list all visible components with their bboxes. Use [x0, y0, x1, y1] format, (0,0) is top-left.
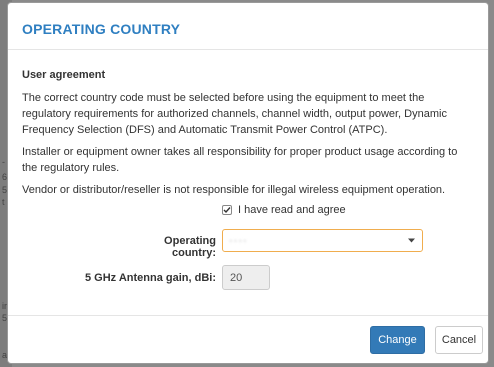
background-text: t [2, 197, 5, 207]
agree-checkbox[interactable] [222, 205, 232, 215]
agreement-paragraph: The correct country code must be selecte… [22, 92, 447, 136]
checkmark-icon [223, 207, 231, 214]
agreement-paragraph: Vendor or distributor/reseller is not re… [22, 184, 446, 196]
antenna-gain-input[interactable]: 20 [222, 265, 270, 290]
dialog-body: User agreement The correct country code … [8, 50, 488, 198]
cancel-button[interactable]: Cancel [435, 326, 483, 354]
agreement-paragraph: Installer or equipment owner takes all r… [22, 146, 458, 174]
operating-country-label: Operating country: [164, 235, 216, 259]
dialog-title: OPERATING COUNTRY [22, 21, 181, 37]
user-agreement-heading: User agreement [22, 69, 106, 81]
agree-checkbox-row[interactable]: I have read and agree [222, 204, 346, 216]
change-button[interactable]: Change [370, 326, 425, 354]
background-text: - [2, 157, 5, 167]
dialog-header: OPERATING COUNTRY [8, 3, 488, 50]
footer-divider [8, 315, 488, 316]
operating-country-select[interactable]: ···· [222, 229, 423, 252]
operating-country-dialog: OPERATING COUNTRY User agreement The cor… [7, 2, 489, 364]
selected-country-value: ···· [229, 234, 248, 247]
agree-label: I have read and agree [238, 204, 346, 216]
antenna-gain-label: 5 GHz Antenna gain, dBi: [85, 272, 216, 284]
caret-down-icon [408, 238, 415, 243]
